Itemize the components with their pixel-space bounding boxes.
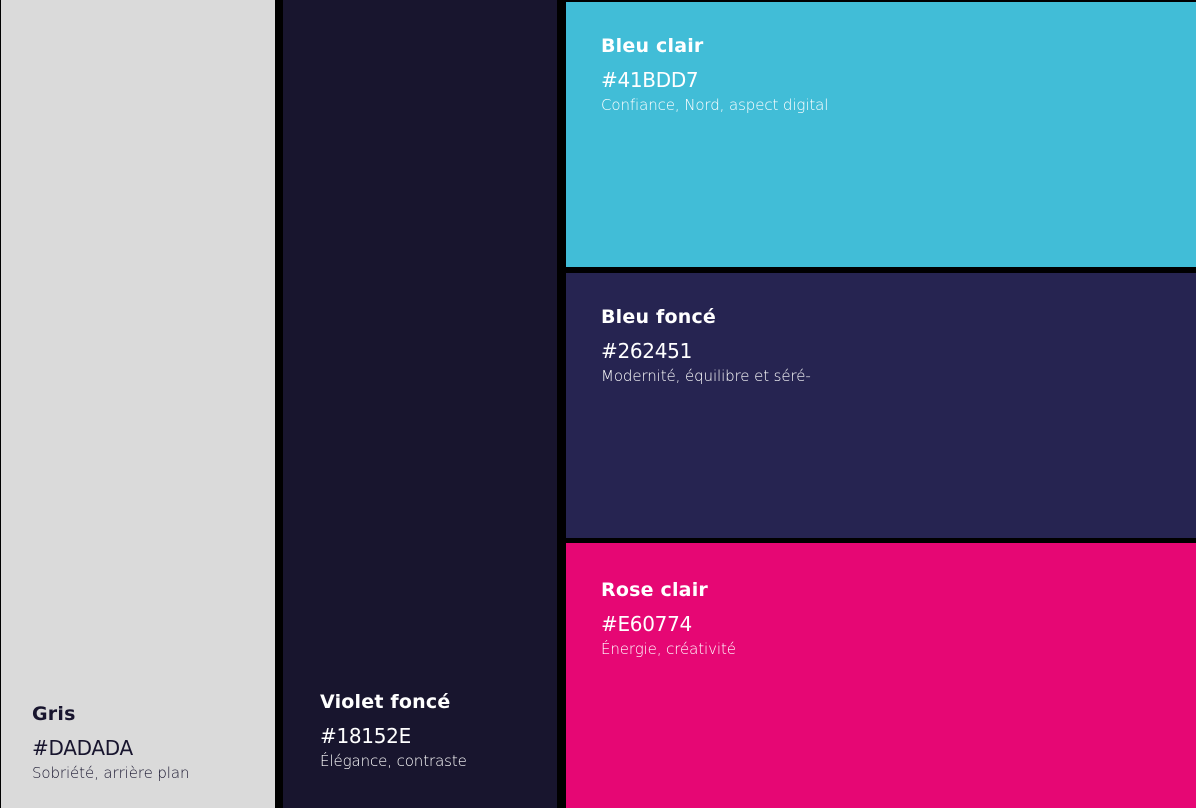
swatch-hex-code: #41BDD7 [601,68,699,92]
swatch-violet-fonce: Violet foncé #18152E Élégance, contraste [283,0,557,808]
swatch-gris: Gris #DADADA Sobriété, arrière plan [1,0,275,808]
swatch-bleu-fonce: Bleu foncé #262451 Modernité, équilibre … [566,273,1196,538]
swatch-description: Confiance, Nord, aspect digital [601,96,829,114]
swatch-name: Violet foncé [320,691,451,713]
swatch-name: Rose clair [601,579,708,601]
swatch-hex-code: #E60774 [601,612,692,636]
swatch-rose-clair: Rose clair #E60774 Énergie, créativité [566,543,1196,808]
swatch-name: Bleu foncé [601,306,717,328]
swatch-description: Énergie, créativité [601,640,736,658]
swatch-hex-code: #262451 [601,339,693,363]
swatch-violet-fonce-label: Violet foncé #18152E Élégance, contraste [320,691,467,770]
swatch-description: Sobriété, arrière plan [32,764,190,782]
swatch-description: Modernité, équilibre et séré- [601,367,811,385]
swatch-name: Bleu clair [601,35,704,57]
swatch-bleu-clair-label: Bleu clair #41BDD7 Confiance, Nord, aspe… [601,35,828,114]
swatch-bleu-clair: Bleu clair #41BDD7 Confiance, Nord, aspe… [566,2,1196,267]
swatch-rose-clair-label: Rose clair #E60774 Énergie, créativité [601,579,736,658]
swatch-hex-code: #DADADA [32,736,133,760]
swatch-description: Élégance, contraste [320,752,467,770]
swatch-name: Gris [32,703,76,725]
swatch-bleu-fonce-label: Bleu foncé #262451 Modernité, équilibre … [601,306,811,385]
swatch-gris-label: Gris #DADADA Sobriété, arrière plan [32,703,189,782]
swatch-hex-code: #18152E [320,724,411,748]
